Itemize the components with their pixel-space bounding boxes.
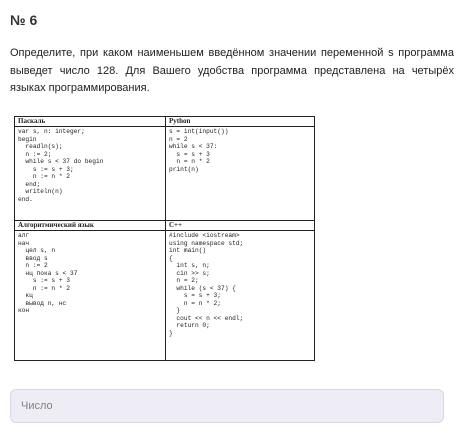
task-number-title: № 6 (10, 12, 38, 28)
algo-cell: алг нач цел s, n ввод s n := 2 нц пока s… (14, 230, 166, 361)
code-table: Паскаль Python var s, n: integer; begin … (14, 116, 315, 361)
cpp-cell: #include <iostream> using namespace std;… (165, 230, 315, 361)
python-cell: s = int(input()) n = 2 while s < 37: s =… (165, 126, 315, 221)
pascal-code: var s, n: integer; begin readln(s); n :=… (18, 128, 104, 203)
cpp-header: C++ (165, 220, 315, 231)
pascal-cell: var s, n: integer; begin readln(s); n :=… (14, 126, 166, 221)
cpp-code: #include <iostream> using namespace std;… (169, 232, 244, 337)
task-text: Определите, при каком наименьшем введённ… (10, 47, 454, 94)
python-header: Python (165, 116, 315, 127)
algo-header: Алгоритмический язык (14, 220, 166, 231)
algo-code: алг нач цел s, n ввод s n := 2 нц пока s… (18, 232, 78, 314)
answer-input[interactable]: Число (10, 389, 444, 423)
python-code: s = int(input()) n = 2 while s < 37: s =… (169, 128, 229, 173)
pascal-header: Паскаль (14, 116, 166, 127)
